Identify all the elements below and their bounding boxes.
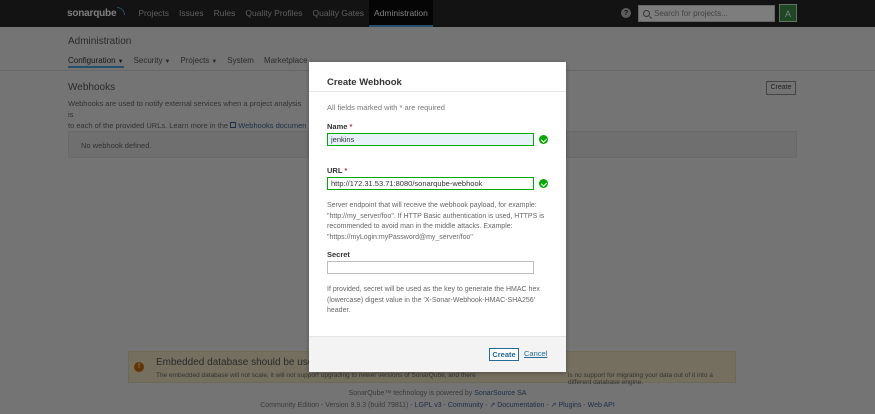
name-label: Name * [327,122,352,131]
url-label-text: URL [327,166,343,175]
cancel-button[interactable]: Cancel [524,349,547,358]
modal-title: Create Webhook [327,77,402,88]
required-star: * [349,122,353,131]
required-star: * [344,166,348,175]
check-icon [539,179,548,188]
name-input[interactable] [327,133,534,146]
name-label-text: Name [327,122,348,131]
modal-body: All fields marked with * are required Na… [309,92,566,336]
url-help-text: Server endpoint that will receive the we… [327,202,545,241]
url-input[interactable] [327,177,534,190]
secret-input[interactable] [327,261,534,274]
secret-help-text: If provided, secret will be used as the … [327,286,540,314]
check-icon [539,135,548,144]
url-label: URL * [327,166,347,175]
create-webhook-modal: Create Webhook All fields marked with * … [309,62,566,372]
create-button[interactable]: Create [489,348,519,361]
required-note: All fields marked with * are required [327,103,445,112]
secret-label: Secret [327,250,350,259]
modal-footer: Create Cancel [309,336,566,372]
modal-header: Create Webhook [309,62,566,92]
